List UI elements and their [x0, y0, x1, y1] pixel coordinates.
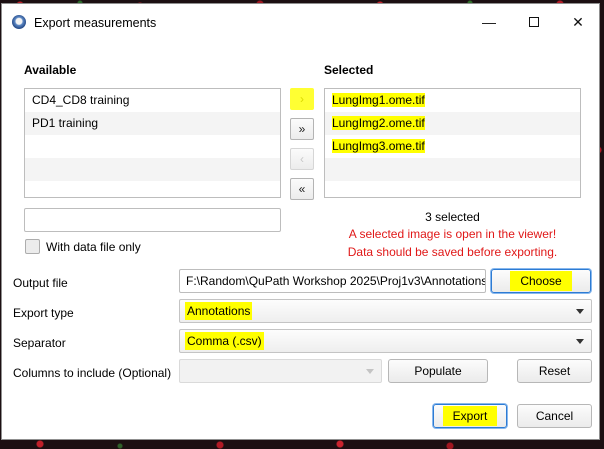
filter-input[interactable]: [24, 208, 281, 232]
available-list[interactable]: CD4_CD8 training PD1 training: [24, 88, 281, 198]
export-dialog: Export measurements — ✕ Available CD4_CD…: [1, 3, 600, 440]
output-file-label: Output file: [13, 276, 68, 290]
list-item-label: LungImg2.ome.tif: [332, 116, 425, 130]
minimize-button[interactable]: —: [466, 4, 512, 40]
export-type-value: Annotations: [185, 302, 253, 320]
list-item[interactable]: LungImg2.ome.tif: [325, 112, 580, 135]
list-item-empty: [325, 158, 580, 181]
export-type-label: Export type: [13, 306, 74, 320]
close-button[interactable]: ✕: [555, 4, 601, 40]
list-item-empty: [25, 158, 280, 181]
selected-list[interactable]: LungImg1.ome.tif LungImg2.ome.tif LungIm…: [324, 88, 581, 198]
chevron-down-icon: [576, 339, 584, 344]
export-button[interactable]: Export: [433, 404, 507, 428]
with-data-file-label: With data file only: [46, 239, 141, 254]
remove-all-button[interactable]: «: [290, 178, 314, 200]
list-item-label: LungImg1.ome.tif: [332, 93, 425, 107]
remove-selected-button[interactable]: ‹: [290, 148, 314, 170]
chevron-down-icon: [576, 309, 584, 314]
warning-open-image: A selected image is open in the viewer!: [348, 227, 557, 241]
add-all-button[interactable]: »: [290, 118, 314, 140]
list-item-empty: [25, 135, 280, 158]
window-title: Export measurements: [34, 16, 157, 30]
selected-count: 3 selected: [425, 210, 480, 224]
qupath-app-icon: [12, 15, 26, 29]
list-item[interactable]: PD1 training: [25, 112, 280, 135]
with-data-file-checkbox[interactable]: [25, 239, 40, 254]
list-item[interactable]: CD4_CD8 training: [25, 89, 280, 112]
columns-select[interactable]: [179, 359, 382, 383]
separator-label: Separator: [13, 336, 66, 350]
separator-select[interactable]: Comma (.csv): [179, 329, 592, 353]
add-selected-button[interactable]: ›: [290, 88, 314, 110]
with-data-file-checkbox-row[interactable]: With data file only: [25, 239, 141, 254]
chevron-down-icon: [366, 369, 374, 374]
output-file-field[interactable]: F:\Random\QuPath Workshop 2025\Proj1v3\A…: [179, 269, 486, 293]
export-button-label: Export: [442, 406, 498, 426]
maximize-button[interactable]: [511, 4, 557, 40]
list-item[interactable]: LungImg1.ome.tif: [325, 89, 580, 112]
available-heading: Available: [24, 63, 77, 77]
selected-heading: Selected: [324, 63, 374, 77]
choose-button[interactable]: Choose: [491, 269, 591, 293]
warning-save-data: Data should be saved before exporting.: [347, 245, 558, 259]
export-type-select[interactable]: Annotations: [179, 299, 592, 323]
populate-button[interactable]: Populate: [388, 359, 488, 383]
columns-label: Columns to include (Optional): [13, 366, 172, 380]
cancel-button[interactable]: Cancel: [517, 404, 592, 428]
list-item-label: LungImg3.ome.tif: [332, 139, 425, 153]
reset-button[interactable]: Reset: [517, 359, 592, 383]
choose-button-label: Choose: [510, 271, 572, 291]
maximize-icon: [529, 17, 539, 27]
separator-value: Comma (.csv): [185, 332, 264, 350]
list-item[interactable]: LungImg3.ome.tif: [325, 135, 580, 158]
title-bar: Export measurements — ✕: [2, 4, 599, 40]
